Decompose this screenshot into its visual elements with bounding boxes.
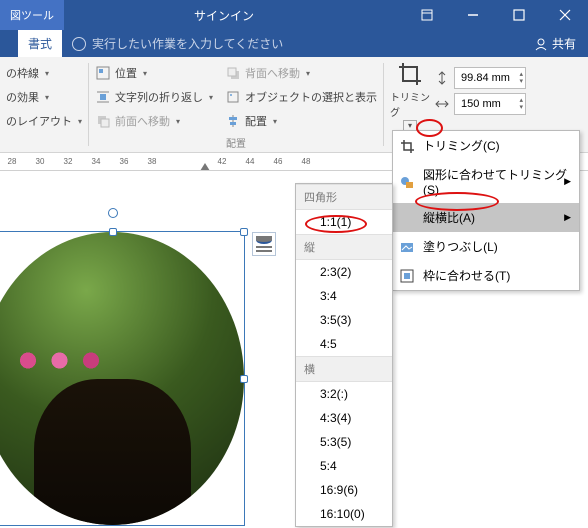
width-icon [434, 96, 450, 112]
ribbon-tab-row: 書式 実行したい作業を入力してください 共有 [0, 30, 588, 57]
ratio-16-10[interactable]: 16:10(0) [296, 502, 392, 526]
selection-pane-button[interactable]: オブジェクトの選択と表示 [225, 85, 377, 109]
width-value: 150 mm [461, 98, 501, 110]
position-icon [95, 65, 111, 81]
fit-icon [399, 268, 415, 284]
ratio-4-3[interactable]: 4:3(4) [296, 406, 392, 430]
position-button[interactable]: 位置▾ [95, 61, 213, 85]
tell-me-placeholder: 実行したい作業を入力してください [92, 35, 283, 52]
tool-context-tab: 図ツール [0, 0, 64, 30]
bring-forward-icon [95, 113, 111, 129]
maximize-icon[interactable] [496, 0, 542, 30]
minimize-icon[interactable] [450, 0, 496, 30]
fill-icon [399, 239, 415, 255]
bring-forward-button: 前面へ移動▾ [95, 109, 213, 133]
send-backward-button: 背面へ移動▾ [225, 61, 377, 85]
shapes-icon [399, 174, 415, 190]
resize-handle-tr[interactable] [240, 228, 248, 236]
menu-aspect-ratio[interactable]: 縦横比(A)▶ [393, 203, 579, 232]
ribbon-options-icon[interactable] [404, 0, 450, 30]
aspect-ratio-submenu: 四角形 1:1(1) 縦 2:3(2) 3:4 3:5(3) 4:5 横 3:2… [295, 183, 393, 527]
resize-handle-right[interactable] [240, 375, 248, 383]
send-backward-icon [225, 65, 241, 81]
ratio-5-4[interactable]: 5:4 [296, 454, 392, 478]
picture-layout-button[interactable]: のレイアウト▾ [6, 109, 82, 133]
resize-handle-top[interactable] [109, 228, 117, 236]
ratio-1-1[interactable]: 1:1(1) [296, 210, 392, 234]
share-label: 共有 [552, 35, 576, 52]
signin-link[interactable]: サインイン [194, 7, 254, 24]
align-button[interactable]: 配置▾ [225, 109, 377, 133]
picture-styles-group: の枠線▾ の効果▾ のレイアウト▾ [0, 57, 88, 152]
lightbulb-icon [72, 37, 86, 51]
picture-border-button[interactable]: の枠線▾ [6, 61, 82, 85]
tell-me-search[interactable]: 実行したい作業を入力してください [72, 30, 522, 57]
share-button[interactable]: 共有 [522, 30, 588, 57]
ratio-2-3[interactable]: 2:3(2) [296, 260, 392, 284]
crop-icon [399, 138, 415, 154]
arrange-group-label: 配置 [95, 135, 377, 150]
height-value: 99.84 mm [461, 72, 510, 84]
wrap-text-icon [95, 89, 111, 105]
close-icon[interactable] [542, 0, 588, 30]
menu-fit[interactable]: 枠に合わせる(T) [393, 261, 579, 290]
picture-effects-button[interactable]: の効果▾ [6, 85, 82, 109]
rotate-handle[interactable] [108, 208, 118, 218]
ratio-3-4[interactable]: 3:4 [296, 284, 392, 308]
ruler-marker[interactable] [200, 163, 210, 171]
width-input[interactable]: 150 mm▴▾ [434, 93, 526, 115]
ratio-3-2[interactable]: 3:2(:) [296, 382, 392, 406]
arrange-group: 位置▾ 文字列の折り返し▾ 前面へ移動▾ 背面へ移動▾ オブジェクトの選択と表示… [89, 57, 383, 152]
ratio-16-9[interactable]: 16:9(6) [296, 478, 392, 502]
tab-format[interactable]: 書式 [18, 30, 62, 57]
height-input[interactable]: 99.84 mm▴▾ [434, 67, 526, 89]
ratio-3-5[interactable]: 3:5(3) [296, 308, 392, 332]
ratio-5-3[interactable]: 5:3(5) [296, 430, 392, 454]
title-bar: 図ツール サインイン [0, 0, 588, 30]
ratio-header-portrait: 縦 [296, 234, 392, 260]
layout-options-button[interactable] [252, 232, 276, 256]
selected-image[interactable] [0, 231, 245, 526]
menu-fill[interactable]: 塗りつぶし(L) [393, 232, 579, 261]
menu-crop[interactable]: トリミング(C) [393, 131, 579, 160]
height-icon [434, 70, 450, 86]
wrap-text-button[interactable]: 文字列の折り返し▾ [95, 85, 213, 109]
ratio-4-5[interactable]: 4:5 [296, 332, 392, 356]
ratio-header-square: 四角形 [296, 184, 392, 210]
selection-pane-icon [225, 89, 241, 105]
ratio-header-landscape: 横 [296, 356, 392, 382]
crop-button[interactable]: トリミング ▾ [390, 61, 430, 131]
crop-dropdown-menu: トリミング(C) 図形に合わせてトリミング(S)▶ 縦横比(A)▶ 塗りつぶし(… [392, 130, 580, 291]
crop-icon [397, 61, 423, 87]
menu-crop-to-shape[interactable]: 図形に合わせてトリミング(S)▶ [393, 160, 579, 203]
align-icon [225, 113, 241, 129]
